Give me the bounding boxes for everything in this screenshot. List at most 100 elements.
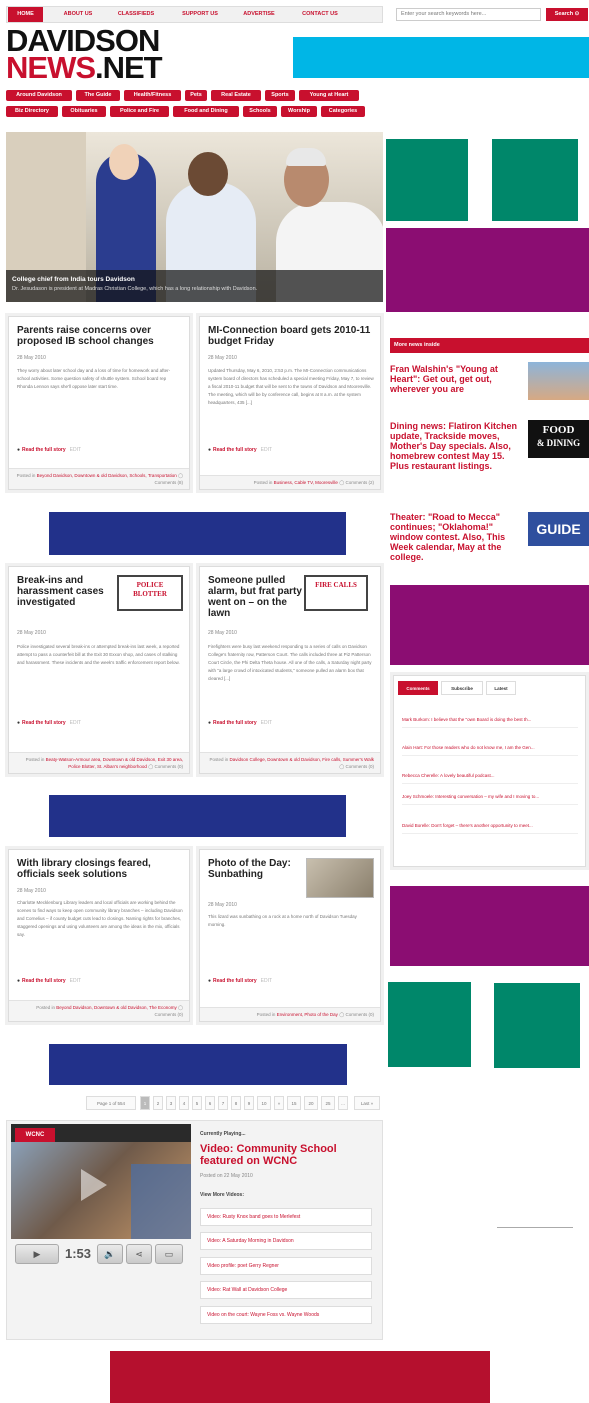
nav-advertise[interactable]: ADVERTISE [234, 7, 284, 22]
video-player[interactable]: WCNC [11, 1124, 191, 1239]
more-news-item[interactable]: Dining news: Flatiron Kitchen update, Tr… [390, 421, 526, 471]
page-link[interactable]: 20 [304, 1096, 318, 1110]
page-link[interactable]: 4 [179, 1096, 189, 1110]
sidebar-ad-square-right[interactable] [494, 983, 580, 1068]
nav-support-us[interactable]: SUPPORT US [171, 7, 229, 22]
category-obituaries[interactable]: Obituaries [62, 106, 106, 117]
article-title[interactable]: Parents raise concerns over proposed IB … [17, 325, 183, 347]
read-more-link[interactable]: Read the full story EDIT [17, 447, 81, 453]
food-dining-thumbnail[interactable]: FOOD & DINING [528, 420, 589, 458]
edit-link[interactable]: EDIT [261, 978, 272, 984]
page-link[interactable]: 15 [287, 1096, 301, 1110]
comments-link[interactable]: Comments (0) [154, 1012, 183, 1017]
page-link[interactable]: 25 [321, 1096, 335, 1110]
more-news-item[interactable]: Theater: "Road to Mecca" continues; "Okl… [390, 512, 526, 562]
article-title[interactable]: Someone pulled alarm, but frat party wen… [208, 575, 304, 619]
page-link[interactable]: 6 [205, 1096, 215, 1110]
search-input[interactable]: Enter your search keywords here... [396, 8, 541, 21]
category-around-davidson[interactable]: Around Davidson [6, 90, 72, 101]
tab-latest[interactable]: Latest [486, 681, 516, 695]
video-title[interactable]: Video: Community School featured on WCNC [200, 1143, 375, 1167]
read-more-label[interactable]: Read the full story [22, 720, 66, 726]
read-more-label[interactable]: Read the full story [213, 720, 257, 726]
page-link[interactable]: 2 [153, 1096, 163, 1110]
page-link[interactable]: 7 [218, 1096, 228, 1110]
page-last-link[interactable]: Last » [354, 1096, 380, 1110]
nav-about-us[interactable]: ABOUT US [55, 7, 101, 22]
edit-link[interactable]: EDIT [70, 978, 81, 984]
site-logo-line2[interactable]: NEWS.NET [6, 52, 163, 83]
article-tags[interactable]: Beyond Davidson, Downtown & old Davidson… [56, 1005, 176, 1010]
comments-link[interactable]: Comments (8) [154, 480, 183, 485]
lizard-photo-thumbnail[interactable] [306, 858, 374, 898]
category-sports[interactable]: Sports [265, 90, 295, 101]
read-more-link[interactable]: Read the full story EDIT [208, 978, 272, 984]
page-link[interactable]: 9 [244, 1096, 254, 1110]
category-police-and-fire[interactable]: Police and Fire [110, 106, 169, 117]
comments-link[interactable]: Comments (0) [154, 764, 183, 769]
video-link[interactable]: Video: Rusty Knox band goes to Merlefest [200, 1208, 372, 1226]
comments-link[interactable]: Comments (2) [345, 480, 374, 485]
search-button[interactable]: Search ⊙ [546, 8, 588, 21]
read-more-link[interactable]: Read the full story EDIT [208, 447, 272, 453]
video-link[interactable]: Video profile: poet Gerry Regner [200, 1257, 372, 1275]
article-tags[interactable]: Environment, Photo of the Day [277, 1012, 338, 1017]
tab-comments[interactable]: Comments [398, 681, 438, 695]
sidebar-ad-square-left[interactable] [386, 139, 468, 221]
footer-ad-banner[interactable] [110, 1351, 490, 1403]
fullscreen-icon[interactable]: ▭ [155, 1244, 183, 1264]
volume-icon[interactable]: 🔉 [97, 1244, 123, 1264]
share-icon[interactable]: ⋖ [126, 1244, 152, 1264]
more-news-item[interactable]: Fran Walshin's "Young at Heart": Get out… [390, 364, 526, 394]
comment-item[interactable]: Mark Burkom: I believe that the "own Boa… [402, 716, 578, 728]
comments-link[interactable]: Comments (0) [345, 764, 374, 769]
sidebar-ad-square-right[interactable] [492, 139, 578, 221]
page-link[interactable]: 5 [192, 1096, 202, 1110]
video-link[interactable]: Video on the court: Wayne Foss vs. Wayne… [200, 1306, 372, 1324]
inline-ad-banner[interactable] [49, 512, 346, 555]
inline-ad-banner[interactable] [49, 795, 346, 837]
category-health-fitness[interactable]: Health/Fitness [124, 90, 181, 101]
comment-item[interactable]: Joey Schmoele: Interesting conversation … [402, 793, 578, 805]
article-tags[interactable]: Davidson College, Downtown & old Davidso… [230, 757, 375, 762]
nav-classifieds[interactable]: CLASSIFIEDS [107, 7, 165, 22]
comments-link[interactable]: Comments (0) [345, 1012, 374, 1017]
article-title[interactable]: Break-ins and harassment cases investiga… [17, 575, 109, 608]
article-tags[interactable]: Beyond Davidson, Downtown & old Davidson… [37, 473, 177, 478]
read-more-link[interactable]: Read the full story EDIT [17, 978, 81, 984]
article-tags[interactable]: Business, Cable TV, Mooresville [274, 480, 338, 485]
read-more-link[interactable]: Read the full story EDIT [17, 720, 81, 726]
read-more-label[interactable]: Read the full story [213, 447, 257, 453]
article-title[interactable]: Photo of the Day: Sunbathing [208, 858, 304, 880]
edit-link[interactable]: EDIT [261, 447, 272, 453]
sidebar-ad-square-left[interactable] [388, 982, 471, 1067]
category-the-guide[interactable]: The Guide [76, 90, 120, 101]
tab-subscribe[interactable]: Subscribe [441, 681, 483, 695]
comment-item[interactable]: David Borelle: Don't forget – there's an… [402, 822, 578, 834]
young-at-heart-thumbnail[interactable] [528, 362, 589, 400]
read-more-label[interactable]: Read the full story [22, 978, 66, 984]
read-more-label[interactable]: Read the full story [22, 447, 66, 453]
comment-item[interactable]: Rebecca Cherelle: A lovely beautiful pod… [402, 772, 578, 784]
category-worship[interactable]: Worship [281, 106, 317, 117]
feature-title[interactable]: College chief from India tours Davidson [12, 276, 377, 283]
page-link[interactable]: 8 [231, 1096, 241, 1110]
edit-link[interactable]: EDIT [70, 720, 81, 726]
page-next-link[interactable]: » [274, 1096, 284, 1110]
edit-link[interactable]: EDIT [261, 720, 272, 726]
category-pets[interactable]: Pets [185, 90, 207, 101]
guide-thumbnail[interactable]: GUIDE [528, 512, 589, 546]
video-link[interactable]: Video: Rat Wall at Davidson College [200, 1281, 372, 1299]
article-title[interactable]: With library closings feared, officials … [17, 858, 183, 880]
sidebar-ad-rectangle[interactable] [390, 585, 589, 665]
category-young-at-heart[interactable]: Young at Heart [299, 90, 359, 101]
video-link[interactable]: Video: A Saturday Morning in Davidson [200, 1232, 372, 1250]
article-title[interactable]: MI-Connection board gets 2010-11 budget … [208, 325, 374, 347]
nav-contact-us[interactable]: CONTACT US [290, 7, 350, 22]
category-food-and-dining[interactable]: Food and Dining [173, 106, 239, 117]
page-link[interactable]: 3 [166, 1096, 176, 1110]
page-link[interactable]: 10 [257, 1096, 271, 1110]
comment-item[interactable]: Alain Hart: For those readers who do not… [402, 744, 578, 756]
nav-home[interactable]: HOME [8, 7, 43, 22]
inline-ad-banner[interactable] [49, 1044, 347, 1085]
